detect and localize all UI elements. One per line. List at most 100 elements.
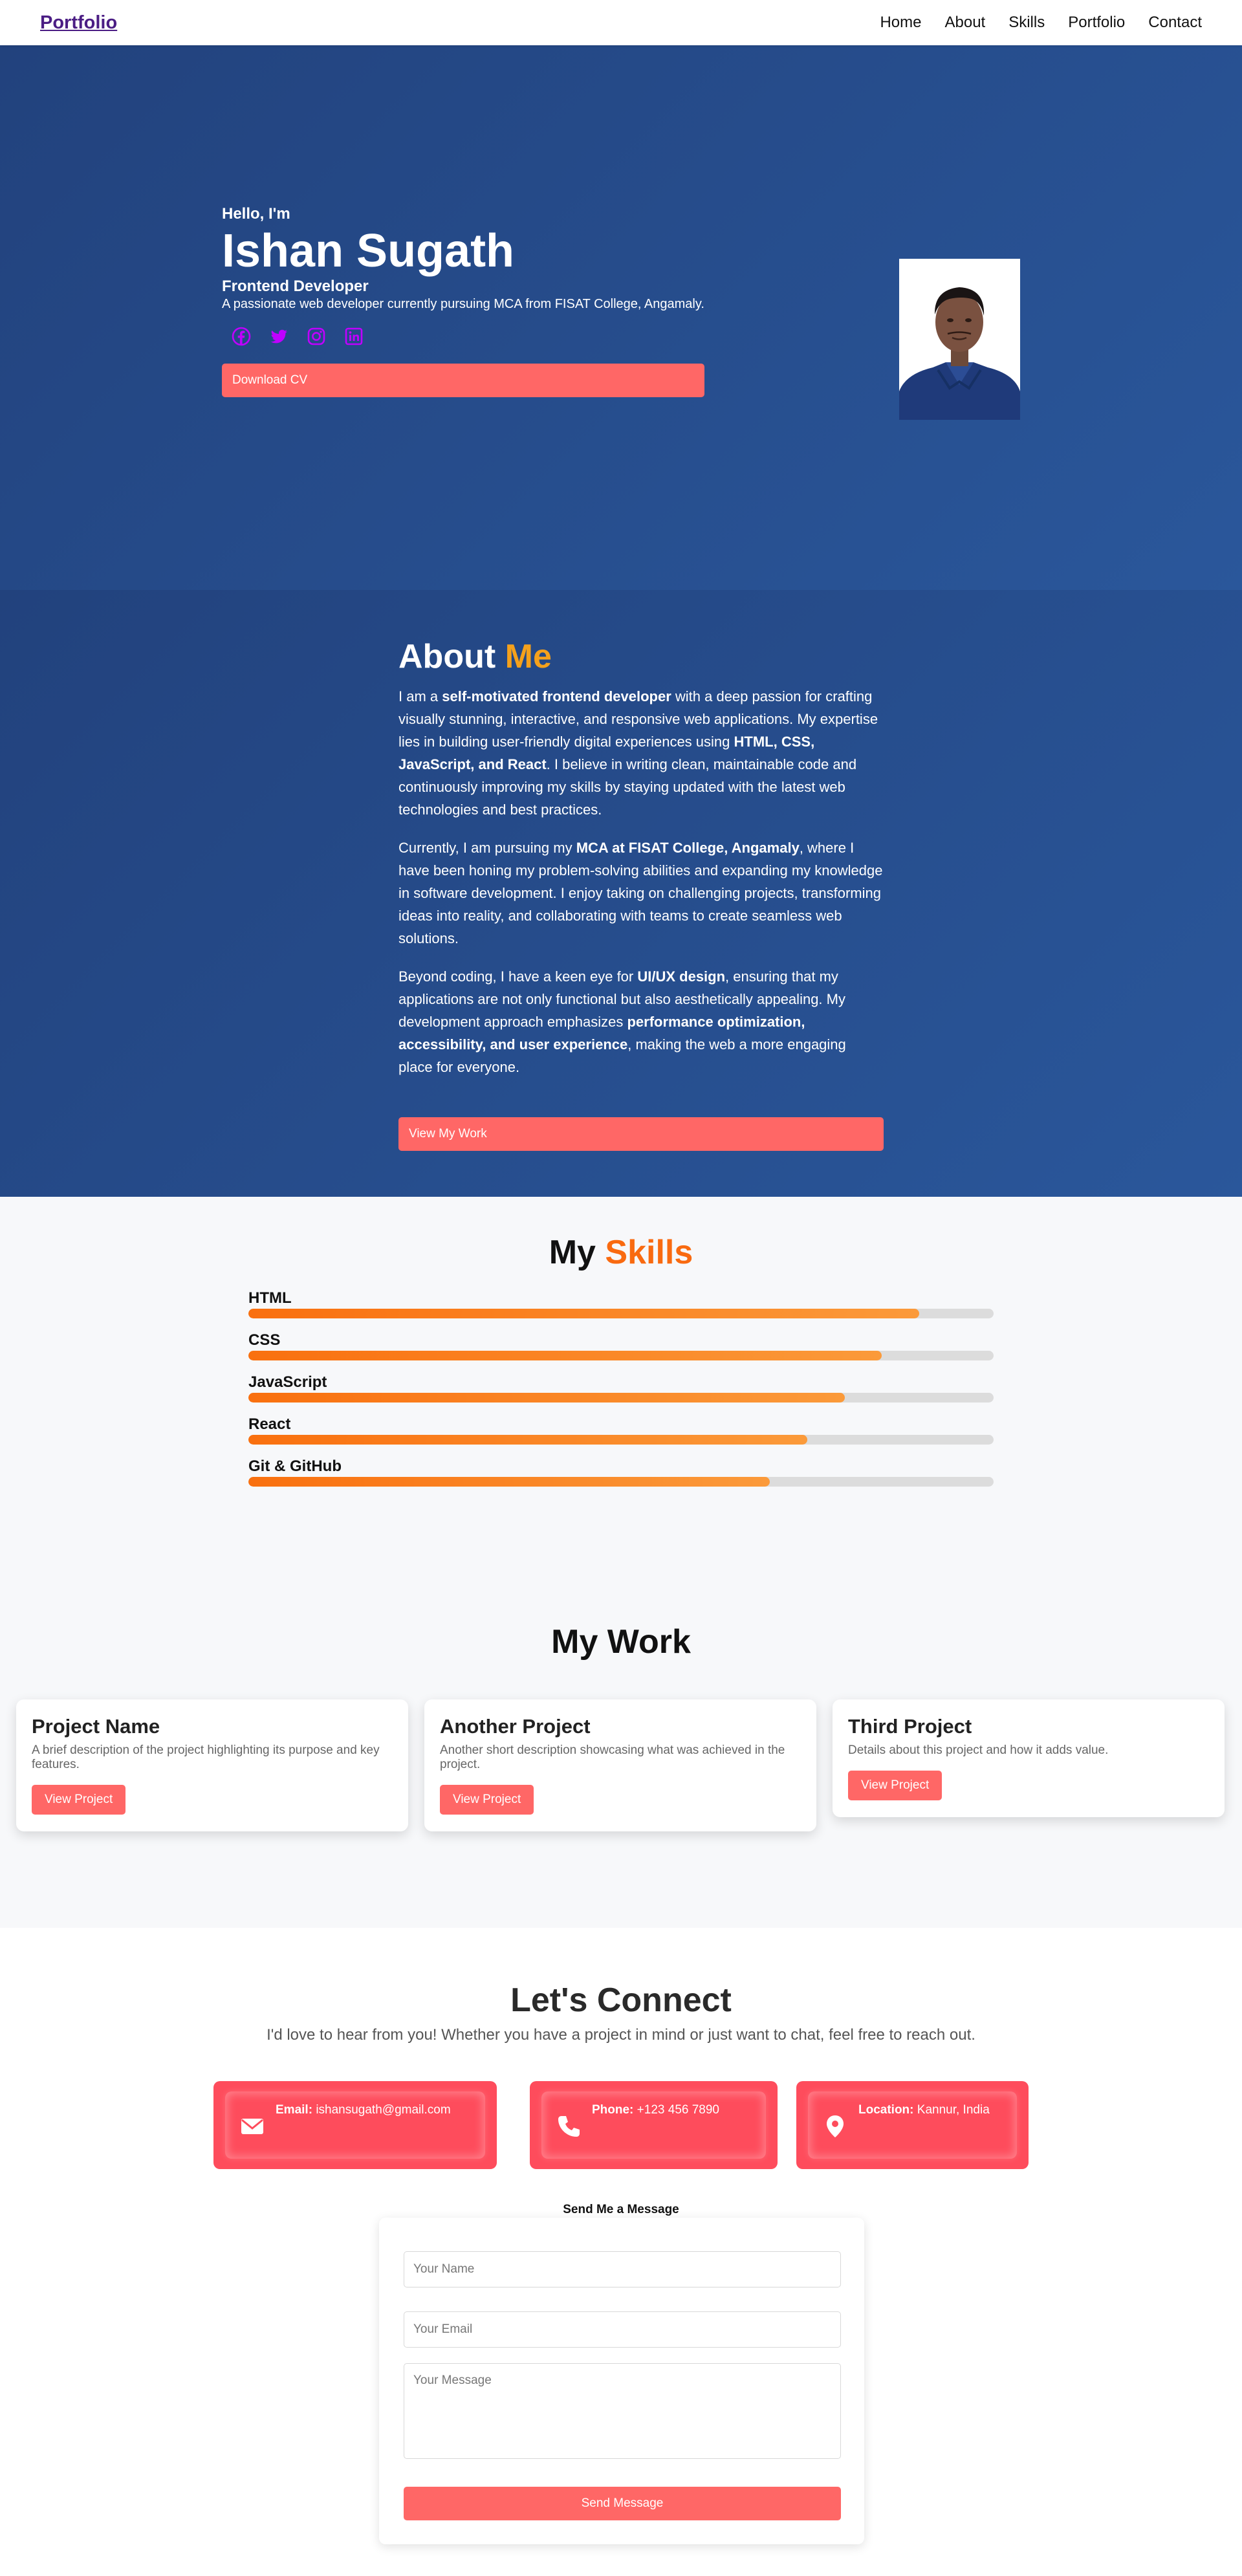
contact-form: Your Name Your Email Your Message Send M… xyxy=(379,2218,864,2544)
skills-title-main: My xyxy=(549,1234,596,1271)
hero-greeting: Hello, I'm xyxy=(222,205,290,223)
hero-description: A passionate web developer currently pur… xyxy=(222,297,704,311)
download-cv-button[interactable]: Download CV xyxy=(222,364,704,397)
contact-card-label: Location: xyxy=(858,2103,914,2117)
skill-item: CSS xyxy=(248,1331,994,1360)
project-cards: Project Name A brief description of the … xyxy=(16,1699,1226,1831)
contact-card-value: ishansugath@gmail.com xyxy=(316,2103,451,2117)
nav-links: Home About Skills Portfolio Contact xyxy=(880,14,1202,32)
skill-progress-fill xyxy=(248,1435,807,1445)
contact-card-text: Email: ishansugath@gmail.com xyxy=(276,2103,451,2117)
skills-title-accent: Skills xyxy=(605,1234,693,1271)
skill-progress-track xyxy=(248,1393,994,1403)
about-title: About Me xyxy=(398,637,884,676)
skill-item: Git & GitHub xyxy=(248,1457,994,1487)
skill-progress-fill xyxy=(248,1477,770,1487)
nav-link-portfolio[interactable]: Portfolio xyxy=(1068,14,1125,32)
skills-title: My Skills xyxy=(0,1197,1242,1272)
about-p2-emphasis: MCA at FISAT College, Angamaly xyxy=(576,840,800,856)
contact-card-location[interactable]: Location: Kannur, India xyxy=(796,2081,1029,2169)
skill-progress-track xyxy=(248,1477,994,1487)
twitter-icon[interactable] xyxy=(268,326,289,347)
contact-card-inner: Phone: +123 456 7890 xyxy=(541,2091,766,2159)
contact-card-email[interactable]: Email: ishansugath@gmail.com xyxy=(213,2081,497,2169)
about-paragraph-1: I am a self-motivated frontend developer… xyxy=(398,685,884,821)
hero-name: Ishan Sugath xyxy=(222,225,515,277)
message-textarea[interactable]: Your Message xyxy=(404,2363,841,2459)
skill-name: JavaScript xyxy=(248,1373,327,1391)
navbar: Portfolio Home About Skills Portfolio Co… xyxy=(0,0,1242,45)
hero-section: Hello, I'm Ishan Sugath Frontend Develop… xyxy=(0,45,1242,590)
nav-link-home[interactable]: Home xyxy=(880,14,921,32)
facebook-icon[interactable] xyxy=(231,326,252,347)
contact-card-text: Location: Kannur, India xyxy=(858,2103,990,2117)
about-p1-emphasis: self-motivated frontend developer xyxy=(442,688,671,704)
contact-card-value: Kannur, India xyxy=(917,2103,990,2117)
skills-section: My Skills HTML CSS JavaScript React Git … xyxy=(0,1197,1242,1598)
skill-progress-fill xyxy=(248,1351,882,1360)
contact-card-label: Phone: xyxy=(592,2103,634,2117)
view-project-button[interactable]: View Project xyxy=(848,1771,942,1800)
skill-name: Git & GitHub xyxy=(248,1457,342,1475)
send-message-button[interactable]: Send Message xyxy=(404,2487,841,2520)
name-input[interactable]: Your Name xyxy=(404,2251,841,2287)
contact-card-value: +123 456 7890 xyxy=(637,2103,719,2117)
project-card: Project Name A brief description of the … xyxy=(16,1699,408,1831)
contact-card-inner: Location: Kannur, India xyxy=(808,2091,1017,2159)
about-title-main: About xyxy=(398,638,496,675)
skill-item: HTML xyxy=(248,1289,994,1318)
project-title: Another Project xyxy=(440,1715,591,1738)
skill-progress-fill xyxy=(248,1393,845,1403)
about-content: About Me I am a self-motivated frontend … xyxy=(398,637,884,1151)
view-project-button[interactable]: View Project xyxy=(32,1785,126,1815)
view-project-button[interactable]: View Project xyxy=(440,1785,534,1815)
project-title: Project Name xyxy=(32,1715,160,1738)
project-card: Third Project Details about this project… xyxy=(833,1699,1225,1817)
phone-icon xyxy=(556,2113,582,2139)
project-description: A brief description of the project highl… xyxy=(32,1743,380,1771)
about-p3-emphasis: UI/UX design xyxy=(637,968,726,985)
project-title: Third Project xyxy=(848,1715,972,1738)
hero-content: Hello, I'm Ishan Sugath Frontend Develop… xyxy=(222,205,704,397)
project-card: Another Project Another short descriptio… xyxy=(424,1699,816,1831)
skill-progress-track xyxy=(248,1309,994,1318)
form-heading: Send Me a Message xyxy=(563,2203,679,2216)
about-title-accent: Me xyxy=(505,638,552,675)
skill-item: React xyxy=(248,1415,994,1445)
skill-list: HTML CSS JavaScript React Git & GitHub xyxy=(248,1289,994,1500)
contact-title: Let's Connect xyxy=(510,1981,732,2019)
about-p3-text: Beyond coding, I have a keen eye for xyxy=(398,968,638,985)
location-pin-icon xyxy=(822,2113,848,2139)
instagram-icon[interactable] xyxy=(306,326,327,347)
contact-card-inner: Email: ishansugath@gmail.com xyxy=(225,2091,485,2159)
project-description: Another short description showcasing wha… xyxy=(440,1743,785,1771)
about-section: About Me I am a self-motivated frontend … xyxy=(0,590,1242,1197)
nav-link-about[interactable]: About xyxy=(945,14,986,32)
about-paragraph-2: Currently, I am pursuing my MCA at FISAT… xyxy=(398,836,884,950)
skill-name: React xyxy=(248,1415,291,1433)
contact-card-phone[interactable]: Phone: +123 456 7890 xyxy=(530,2081,778,2169)
envelope-icon xyxy=(239,2113,265,2139)
skill-name: HTML xyxy=(248,1289,292,1307)
profile-photo xyxy=(899,259,1020,420)
contact-subtitle: I'd love to hear from you! Whether you h… xyxy=(267,2026,975,2044)
contact-card-text: Phone: +123 456 7890 xyxy=(592,2103,719,2117)
skill-name: CSS xyxy=(248,1331,281,1349)
social-links xyxy=(231,326,704,347)
email-input[interactable]: Your Email xyxy=(404,2311,841,2348)
about-p2-text: Currently, I am pursuing my xyxy=(398,840,576,856)
about-p1-text: I am a xyxy=(398,688,442,704)
nav-link-skills[interactable]: Skills xyxy=(1008,14,1045,32)
skill-progress-track xyxy=(248,1351,994,1360)
linkedin-icon[interactable] xyxy=(343,326,364,347)
skill-progress-track xyxy=(248,1435,994,1445)
nav-link-contact[interactable]: Contact xyxy=(1148,14,1202,32)
work-section: My Work Project Name A brief description… xyxy=(0,1598,1242,1928)
project-description: Details about this project and how it ad… xyxy=(848,1743,1109,1757)
skill-progress-fill xyxy=(248,1309,919,1318)
hero-role: Frontend Developer xyxy=(222,278,369,295)
view-my-work-button[interactable]: View My Work xyxy=(398,1117,884,1151)
contact-card-label: Email: xyxy=(276,2103,313,2117)
about-paragraph-3: Beyond coding, I have a keen eye for UI/… xyxy=(398,965,884,1078)
brand-logo-link[interactable]: Portfolio xyxy=(40,12,117,34)
